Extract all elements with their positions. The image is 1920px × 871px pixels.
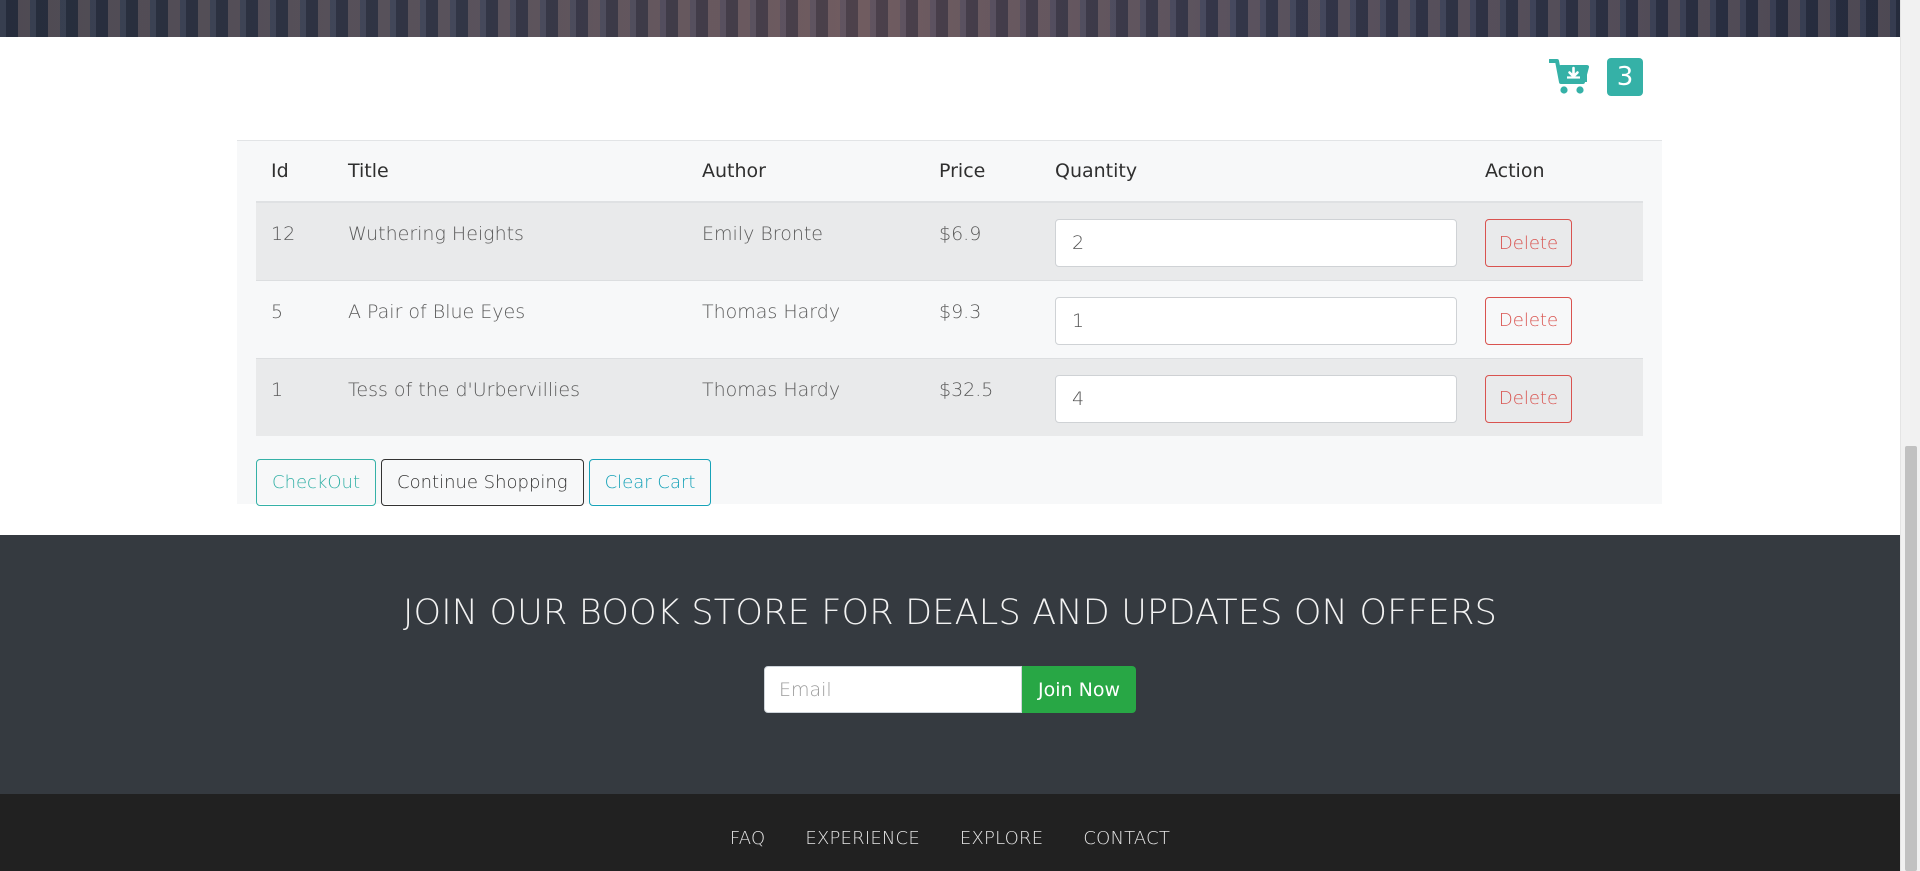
newsletter-heading: JOIN OUR BOOK STORE FOR DEALS AND UPDATE… bbox=[402, 593, 1498, 633]
action-cell: Delete bbox=[1470, 280, 1643, 358]
book-author: Thomas Hardy bbox=[702, 378, 841, 401]
book-id: 5 bbox=[271, 300, 284, 323]
cart-icon[interactable] bbox=[1549, 58, 1591, 96]
page-scrollbar[interactable] bbox=[1900, 0, 1920, 871]
delete-button[interactable]: Delete bbox=[1485, 296, 1572, 345]
quantity-cell bbox=[1040, 202, 1470, 280]
book-price: $9.3 bbox=[939, 300, 982, 323]
quantity-input[interactable] bbox=[1055, 296, 1457, 345]
action-cell: Delete bbox=[1470, 358, 1643, 436]
column-header-id: Id bbox=[256, 141, 333, 203]
column-header-price: Price bbox=[924, 141, 1040, 203]
column-header-author: Author bbox=[687, 141, 924, 203]
scrollbar-thumb[interactable] bbox=[1905, 446, 1917, 871]
checkout-button[interactable]: CheckOut bbox=[256, 459, 377, 506]
cart-table-header: Id Title Author Price Quantity Action bbox=[256, 141, 1643, 203]
book-id: 12 bbox=[271, 223, 296, 245]
quantity-input[interactable] bbox=[1055, 374, 1457, 423]
hero-banner-strip bbox=[0, 0, 1900, 37]
cart-panel: Id Title Author Price Quantity Action 12… bbox=[237, 140, 1662, 506]
book-price: $6.9 bbox=[939, 223, 982, 245]
cart-indicator[interactable]: 3 bbox=[1549, 58, 1643, 96]
book-author: Emily Bronte bbox=[702, 223, 823, 245]
footer-link-explore[interactable]: EXPLORE bbox=[960, 828, 1043, 871]
action-cell: Delete bbox=[1470, 202, 1643, 280]
footer-link-faq[interactable]: FAQ bbox=[730, 828, 765, 871]
delete-button[interactable]: Delete bbox=[1485, 374, 1572, 423]
cart-table: Id Title Author Price Quantity Action 12… bbox=[256, 141, 1643, 436]
quantity-input[interactable] bbox=[1055, 219, 1457, 267]
column-header-title: Title bbox=[333, 141, 687, 203]
book-id: 1 bbox=[271, 378, 284, 401]
table-row: 5 A Pair of Blue Eyes Thomas Hardy $9.3 … bbox=[256, 280, 1643, 358]
clear-cart-button[interactable]: Clear Cart bbox=[588, 459, 712, 506]
cart-count-badge: 3 bbox=[1607, 58, 1643, 96]
cart-actions: CheckOut Continue Shopping Clear Cart bbox=[256, 459, 712, 506]
book-title: A Pair of Blue Eyes bbox=[348, 300, 526, 323]
join-now-button[interactable]: Join Now bbox=[1022, 666, 1136, 713]
quantity-cell bbox=[1040, 280, 1470, 358]
quantity-cell bbox=[1040, 358, 1470, 436]
delete-button[interactable]: Delete bbox=[1485, 219, 1572, 267]
book-title: Wuthering Heights bbox=[348, 223, 524, 245]
footer-link-experience[interactable]: EXPERIENCE bbox=[805, 828, 920, 871]
column-header-action: Action bbox=[1470, 141, 1643, 203]
continue-shopping-button[interactable]: Continue Shopping bbox=[381, 459, 584, 506]
book-title: Tess of the d'Urbervillies bbox=[348, 378, 580, 401]
footer-nav: FAQ EXPERIENCE EXPLORE CONTACT bbox=[0, 794, 1900, 871]
column-header-quantity: Quantity bbox=[1040, 141, 1470, 203]
table-row: 1 Tess of the d'Urbervillies Thomas Hard… bbox=[256, 358, 1643, 436]
subscribe-form: Join Now bbox=[764, 666, 1136, 713]
book-author: Thomas Hardy bbox=[702, 300, 841, 323]
table-row: 12 Wuthering Heights Emily Bronte $6.9 D… bbox=[256, 202, 1643, 280]
email-field[interactable] bbox=[764, 666, 1022, 713]
book-price: $32.5 bbox=[939, 378, 994, 401]
footer-link-contact[interactable]: CONTACT bbox=[1083, 828, 1170, 871]
newsletter-section: JOIN OUR BOOK STORE FOR DEALS AND UPDATE… bbox=[0, 535, 1900, 794]
